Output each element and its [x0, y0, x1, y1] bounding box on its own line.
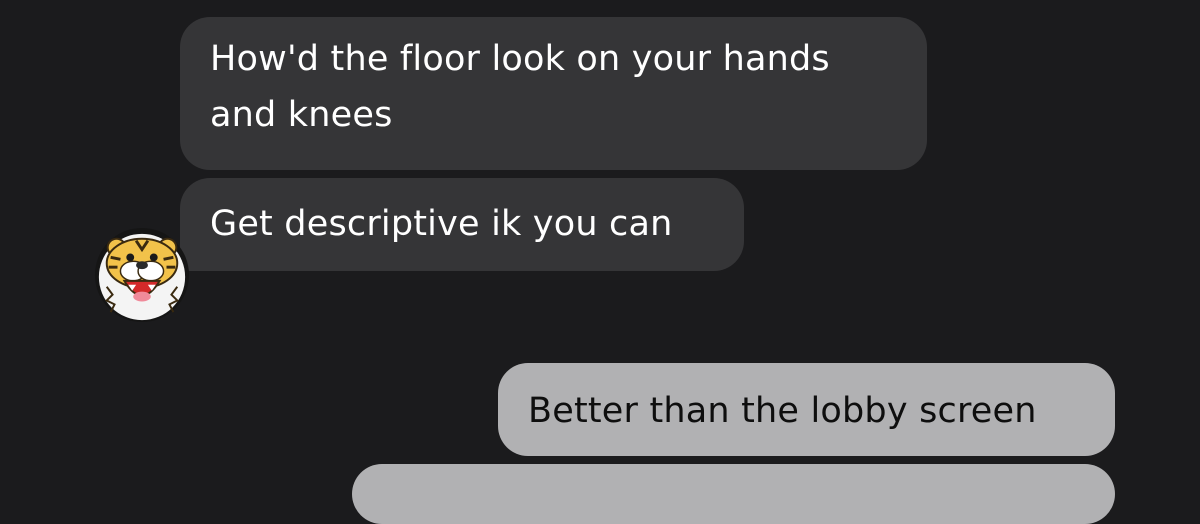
outgoing-message-bubble[interactable]: [352, 464, 1115, 524]
message-text: Better than the lobby screen: [528, 391, 1037, 431]
message-text: Get descriptive ik you can: [210, 204, 673, 244]
incoming-message-bubble[interactable]: Get descriptive ik you can: [180, 178, 744, 271]
contact-avatar[interactable]: [93, 226, 191, 324]
incoming-message-bubble[interactable]: How'd the floor look on your hands and k…: [180, 17, 927, 170]
message-text-line: and knees: [210, 95, 393, 135]
tiger-face-icon: [94, 227, 190, 323]
outgoing-message-bubble[interactable]: Better than the lobby screen: [498, 363, 1115, 456]
message-text-line: How'd the floor look on your hands: [210, 39, 830, 79]
